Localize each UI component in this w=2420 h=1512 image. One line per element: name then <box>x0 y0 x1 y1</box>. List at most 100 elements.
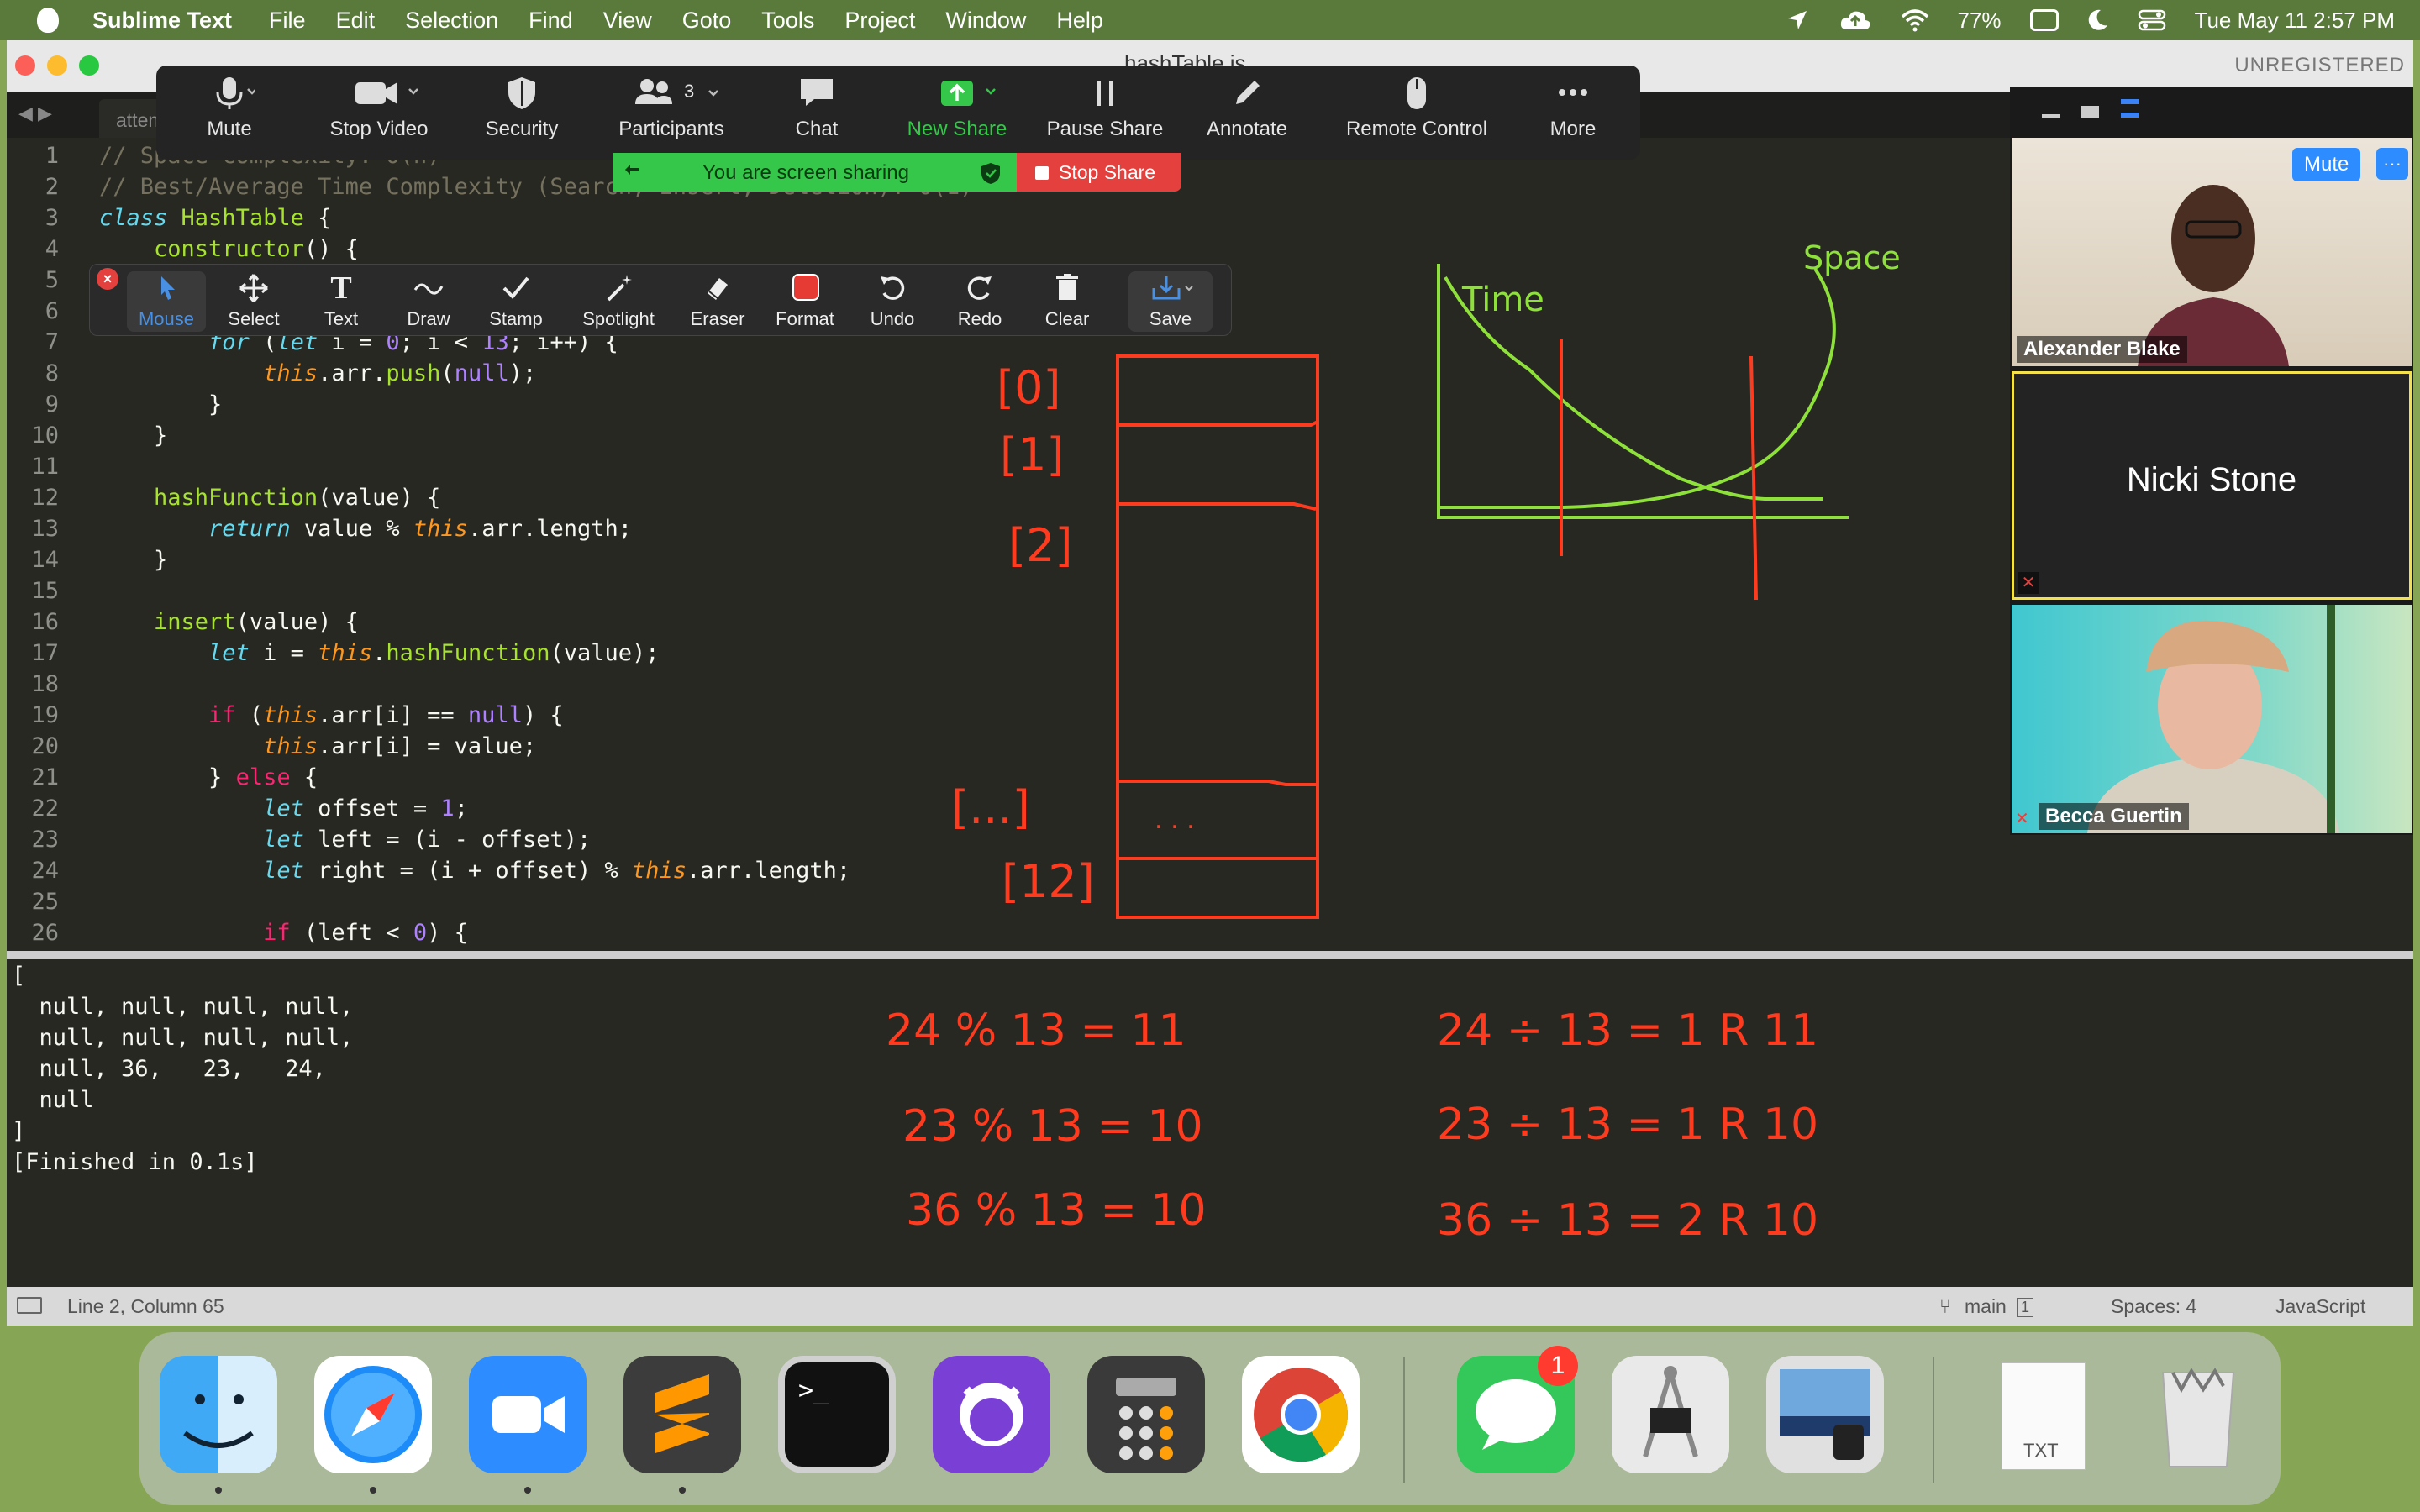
stop-video-label: Stop Video <box>329 118 429 140</box>
participants-count: 3 <box>684 81 695 102</box>
stamp-tool-button[interactable]: Stamp <box>476 271 555 330</box>
slot-labels: [0] [1] [2] [...] [12] . . . <box>951 361 1195 908</box>
complexity-graph: Time Space <box>1437 239 1901 601</box>
text-tool-button[interactable]: T Text <box>302 271 381 330</box>
hash-table-sketch <box>1116 354 1319 919</box>
gallery-view-icon[interactable] <box>2081 106 2099 118</box>
preview-icon[interactable] <box>1766 1356 1884 1473</box>
github-desktop-icon[interactable] <box>933 1356 1050 1473</box>
more-button[interactable]: More <box>1531 76 1615 141</box>
chat-button[interactable]: Chat <box>766 76 867 141</box>
trash-dock-icon[interactable] <box>2139 1356 2257 1473</box>
select-tool-button[interactable]: Select <box>214 271 293 330</box>
system-information-icon[interactable] <box>1612 1356 1729 1473</box>
chrome-icon[interactable] <box>1242 1356 1360 1473</box>
save-button[interactable]: Save <box>1128 271 1213 332</box>
download-icon <box>1128 271 1213 305</box>
terminal-icon[interactable]: >_ <box>778 1356 896 1473</box>
pencil-icon <box>1197 76 1297 111</box>
muted-mic-icon: ✕ <box>2015 810 2029 828</box>
shield-check-icon <box>981 163 1000 184</box>
security-button[interactable]: Security <box>476 76 568 141</box>
slot-ellipsis: . . . <box>1155 806 1195 835</box>
mute-button[interactable]: Mute <box>183 76 276 141</box>
slot-label: [12] <box>1002 855 1095 908</box>
clear-button[interactable]: Clear <box>1028 271 1107 330</box>
mute-participant-button[interactable]: Mute <box>2292 148 2361 181</box>
zoom-icon[interactable] <box>469 1356 587 1473</box>
video-tile[interactable]: Nicki Stone ✕ <box>2012 371 2412 600</box>
shield-icon <box>476 76 568 111</box>
format-tool-label: Format <box>776 308 834 329</box>
microphone-icon <box>183 76 276 111</box>
mouse-tool-label: Mouse <box>138 308 195 329</box>
draw-tool-label: Draw <box>407 308 450 329</box>
screen-sharing-banner: You are screen sharing Stop Share <box>613 153 1181 192</box>
graph-space-label: Space <box>1803 239 1901 276</box>
drag-handle-icon[interactable] <box>622 161 645 185</box>
finder-icon[interactable] <box>160 1356 277 1473</box>
color-swatch-icon <box>765 271 844 305</box>
stop-video-button[interactable]: Stop Video <box>316 76 442 141</box>
more-label: More <box>1549 118 1597 140</box>
muted-mic-icon: ✕ <box>2018 572 2039 594</box>
remote-control-button[interactable]: Remote Control <box>1333 76 1501 141</box>
slot-divider <box>1118 420 1318 427</box>
participants-video-panel: Mute ··· Alexander Blake Nicki Stone ✕ ✕… <box>2010 87 2413 835</box>
eraser-tool-button[interactable]: Eraser <box>678 271 757 330</box>
annotate-button[interactable]: Annotate <box>1197 76 1297 141</box>
chat-bubble-icon <box>766 76 867 111</box>
draw-tool-button[interactable]: Draw <box>389 271 468 330</box>
sharing-status[interactable]: You are screen sharing <box>613 153 1017 192</box>
new-share-button[interactable]: New Share <box>902 76 1012 141</box>
participant-name: Becca Guertin <box>2039 803 2189 830</box>
eraser-tool-label: Eraser <box>690 308 745 329</box>
checkmark-icon <box>476 271 555 305</box>
slot-label: [...] <box>951 781 1030 834</box>
math-notes: 24 % 13 = 11 23 % 13 = 10 36 % 13 = 10 2… <box>886 1005 1818 1246</box>
div-equation: 24 ÷ 13 = 1 R 11 <box>1437 1005 1818 1056</box>
video-tile[interactable]: Mute ··· Alexander Blake <box>2012 138 2412 366</box>
dock-divider <box>1933 1357 1934 1483</box>
spotlight-tool-button[interactable]: Spotlight <box>572 271 665 330</box>
participant-video <box>2087 605 2339 833</box>
security-label: Security <box>485 118 559 140</box>
mod-equation: 23 % 13 = 10 <box>902 1101 1203 1152</box>
slot-divider <box>1118 502 1317 511</box>
chat-label: Chat <box>795 118 839 140</box>
share-arrow-icon <box>902 76 1012 111</box>
div-equation: 36 ÷ 13 = 2 R 10 <box>1437 1195 1818 1246</box>
redo-button[interactable]: Redo <box>940 271 1019 330</box>
redo-icon <box>940 271 1019 305</box>
speaker-view-icon[interactable] <box>2121 99 2139 118</box>
calculator-icon[interactable] <box>1087 1356 1205 1473</box>
running-indicator <box>215 1487 222 1494</box>
pause-share-button[interactable]: Pause Share <box>1042 76 1168 141</box>
close-annotation-icon[interactable]: × <box>97 268 118 290</box>
participant-name: Alexander Blake <box>2017 336 2187 363</box>
format-tool-button[interactable]: Format <box>765 271 844 330</box>
minimize-panel-icon[interactable] <box>2042 114 2060 118</box>
desktop: Sublime Text File Edit Selection Find Vi… <box>0 0 2420 1512</box>
participants-label: Participants <box>618 118 724 140</box>
messages-icon[interactable]: 1 <box>1457 1346 1578 1473</box>
running-indicator <box>370 1487 376 1494</box>
undo-button[interactable]: Undo <box>853 271 932 330</box>
undo-icon <box>853 271 932 305</box>
txt-file-icon[interactable]: TXT <box>1985 1356 2102 1473</box>
wand-icon <box>572 271 665 305</box>
video-tile[interactable]: ✕ Becca Guertin <box>2012 605 2412 833</box>
sublime-text-icon[interactable] <box>623 1356 741 1473</box>
participant-more-button[interactable]: ··· <box>2376 148 2408 180</box>
running-indicator <box>679 1487 686 1494</box>
remote-control-label: Remote Control <box>1345 118 1488 140</box>
squiggle-icon <box>389 271 468 305</box>
mouse-tool-button[interactable]: Mouse <box>127 271 206 332</box>
messages-badge: 1 <box>1538 1346 1578 1386</box>
dock-divider <box>1403 1357 1405 1483</box>
panel-header <box>2010 87 2413 138</box>
mod-equation: 36 % 13 = 10 <box>906 1185 1207 1236</box>
safari-icon[interactable] <box>314 1356 432 1473</box>
participants-button[interactable]: 3 Participants <box>600 76 743 141</box>
stop-share-button[interactable]: Stop Share <box>1017 153 1181 192</box>
